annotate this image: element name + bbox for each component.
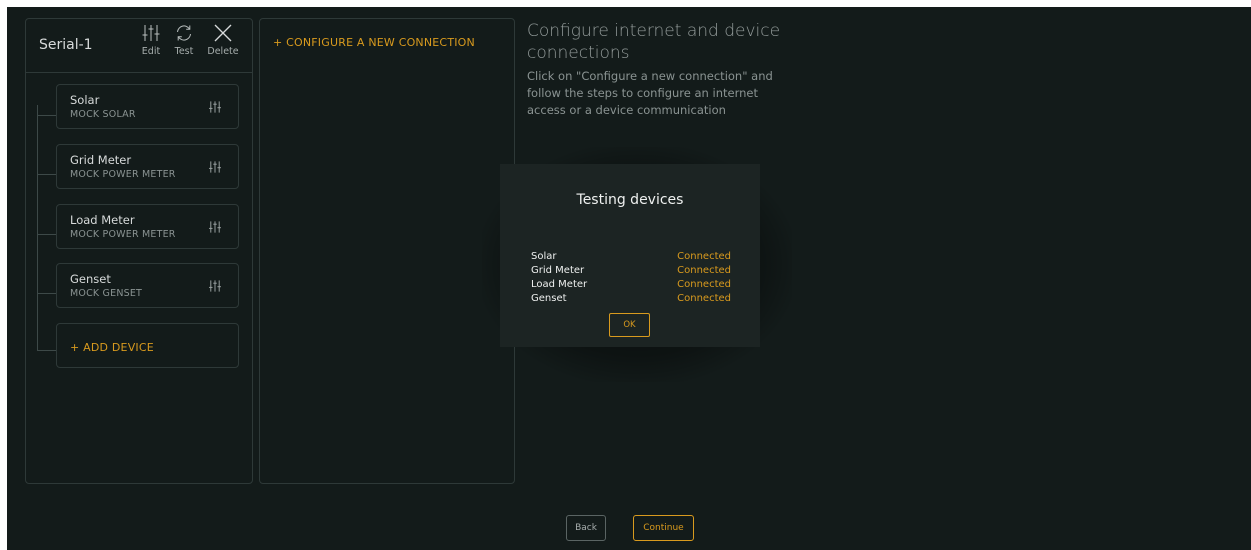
tree-branch: [37, 234, 56, 235]
connection-header: Serial-1 Edit Test Delete: [26, 19, 252, 73]
test-result-row: Grid Meter Connected: [531, 265, 731, 278]
device-card-grid-meter[interactable]: Grid Meter MOCK POWER METER: [56, 144, 239, 189]
page-title: Configure internet and device connection…: [527, 21, 781, 63]
app-window: Serial-1 Edit Test Delete Solar MOCK SOL…: [7, 7, 1251, 550]
edit-label: Edit: [141, 46, 161, 57]
page-description: Click on "Configure a new connection" an…: [527, 69, 773, 117]
test-device-name: Grid Meter: [531, 265, 585, 276]
configure-new-connection-link[interactable]: + CONFIGURE A NEW CONNECTION: [273, 36, 475, 49]
close-icon: [214, 24, 232, 42]
configure-panel: + CONFIGURE A NEW CONNECTION: [259, 18, 515, 484]
test-result-row: Genset Connected: [531, 293, 731, 306]
test-status: Connected: [677, 251, 731, 262]
device-name: Grid Meter: [70, 153, 132, 167]
test-connection-button[interactable]: Test: [166, 23, 202, 57]
sliders-icon[interactable]: [208, 160, 222, 174]
device-type: MOCK SOLAR: [70, 109, 136, 120]
sliders-icon[interactable]: [208, 279, 222, 293]
tree-branch: [37, 350, 56, 351]
ok-button[interactable]: OK: [609, 313, 650, 337]
device-type: MOCK POWER METER: [70, 169, 176, 180]
tree-branch: [37, 174, 56, 175]
test-status: Connected: [677, 293, 731, 304]
connection-title: Serial-1: [39, 37, 93, 53]
sliders-icon[interactable]: [208, 100, 222, 114]
refresh-icon: [177, 25, 191, 41]
device-card-genset[interactable]: Genset MOCK GENSET: [56, 263, 239, 308]
device-name: Genset: [70, 272, 111, 286]
test-status: Connected: [677, 279, 731, 290]
test-device-name: Load Meter: [531, 279, 588, 290]
sliders-icon: [142, 25, 160, 41]
test-status: Connected: [677, 265, 731, 276]
test-device-name: Solar: [531, 251, 557, 262]
test-label: Test: [174, 46, 194, 57]
continue-button[interactable]: Continue: [633, 515, 694, 541]
dialog-title: Testing devices: [576, 192, 684, 208]
back-button[interactable]: Back: [566, 515, 606, 541]
test-result-row: Solar Connected: [531, 251, 731, 264]
delete-label: Delete: [207, 46, 239, 57]
device-card-load-meter[interactable]: Load Meter MOCK POWER METER: [56, 204, 239, 249]
connection-panel: Serial-1 Edit Test Delete Solar MOCK SOL…: [25, 18, 253, 484]
sliders-icon[interactable]: [208, 220, 222, 234]
add-device-button[interactable]: + ADD DEVICE: [56, 323, 239, 368]
device-type: MOCK POWER METER: [70, 229, 176, 240]
tree-branch: [37, 115, 56, 116]
device-name: Solar: [70, 93, 100, 107]
device-name: Load Meter: [70, 213, 135, 227]
tree-branch: [37, 293, 56, 294]
device-card-solar[interactable]: Solar MOCK SOLAR: [56, 84, 239, 129]
add-device-label: + ADD DEVICE: [70, 341, 154, 354]
test-result-row: Load Meter Connected: [531, 279, 731, 292]
device-type: MOCK GENSET: [70, 288, 143, 299]
edit-connection-button[interactable]: Edit: [133, 23, 169, 57]
delete-connection-button[interactable]: Delete: [205, 23, 241, 57]
test-device-name: Genset: [531, 293, 567, 304]
testing-devices-dialog: Testing devices Solar Connected Grid Met…: [500, 164, 760, 347]
tree-line: [37, 105, 38, 350]
